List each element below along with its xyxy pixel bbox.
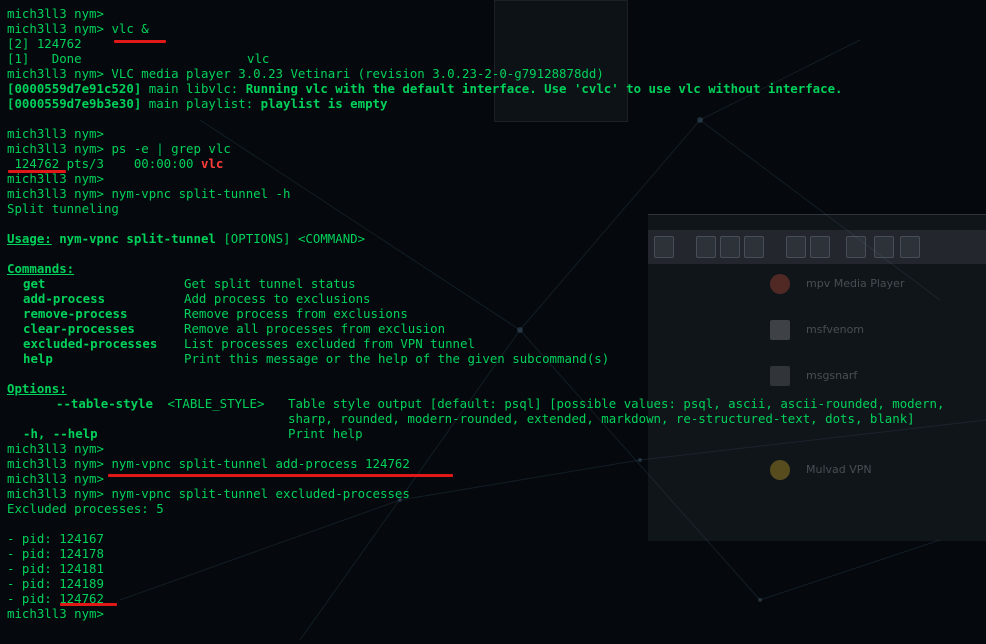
terminal-line: [1] Done vlc [7, 51, 270, 66]
terminal-line: [2] 124762 [7, 36, 82, 51]
terminal-line: mich3ll3 nym> [7, 606, 104, 621]
option-row: --table-style <TABLE_STYLE> Table style o… [56, 396, 945, 411]
vlc-process-name: vlc [200, 156, 224, 171]
terminal-line: mich3ll3 nym> [7, 126, 104, 141]
terminal-line: Excluded processes: 5 [7, 501, 164, 516]
terminal-line: mich3ll3 nym> nym-vpnc split-tunnel add-… [7, 456, 410, 471]
terminal-line: mich3ll3 nym> nym-vpnc split-tunnel excl… [7, 486, 410, 501]
terminal-line: Usage: nym-vpnc split-tunnel [OPTIONS] <… [7, 231, 366, 246]
terminal-line: mich3ll3 nym> ps -e | grep vlc [7, 141, 231, 156]
command-row: remove-process Remove process from exclus… [23, 306, 408, 321]
terminal-line: [0000559d7e9b3e30] main playlist: playli… [7, 96, 388, 111]
terminal-output[interactable]: mich3ll3 nym> mich3ll3 nym> vlc & [2] 12… [0, 0, 986, 644]
terminal-line: 124762 pts/3 00:00:00 vlc [7, 156, 224, 171]
command-row: excluded-processes List processes exclude… [23, 336, 475, 351]
pid-row: - pid: 124178 [7, 546, 104, 561]
terminal-line: mich3ll3 nym> [7, 6, 104, 21]
command-row: add-process Add process to exclusions [23, 291, 371, 306]
terminal-line: Split tunneling [7, 201, 119, 216]
annotation-underline [114, 40, 166, 43]
command-row: clear-processes Remove all processes from… [23, 321, 446, 336]
annotation-underline [60, 603, 117, 606]
annotation-underline [108, 474, 453, 477]
terminal-line: Commands: [7, 261, 75, 276]
option-row: -h, --help Print help [23, 426, 363, 441]
option-row: sharp, rounded, modern-rounded, extended… [288, 411, 915, 426]
pid-row: - pid: 124762 [7, 591, 104, 606]
terminal-line: mich3ll3 nym> nym-vpnc split-tunnel -h [7, 186, 291, 201]
pid-row: - pid: 124167 [7, 531, 104, 546]
command-text: vlc & [111, 21, 149, 36]
terminal-line: mich3ll3 nym> [7, 171, 104, 186]
command-row: get Get split tunnel status [23, 276, 356, 291]
terminal-line: mich3ll3 nym> vlc & [7, 21, 149, 36]
pid-row: - pid: 124181 [7, 561, 104, 576]
terminal-line: mich3ll3 nym> [7, 441, 104, 456]
command-row: help Print this message or the help of th… [23, 351, 610, 366]
pid-row: - pid: 124189 [7, 576, 104, 591]
terminal-line: mich3ll3 nym> VLC media player 3.0.23 Ve… [7, 66, 604, 81]
terminal-line: [0000559d7e91c520] main libvlc: Running … [7, 81, 843, 96]
annotation-underline [8, 170, 66, 173]
terminal-line: Options: [7, 381, 67, 396]
